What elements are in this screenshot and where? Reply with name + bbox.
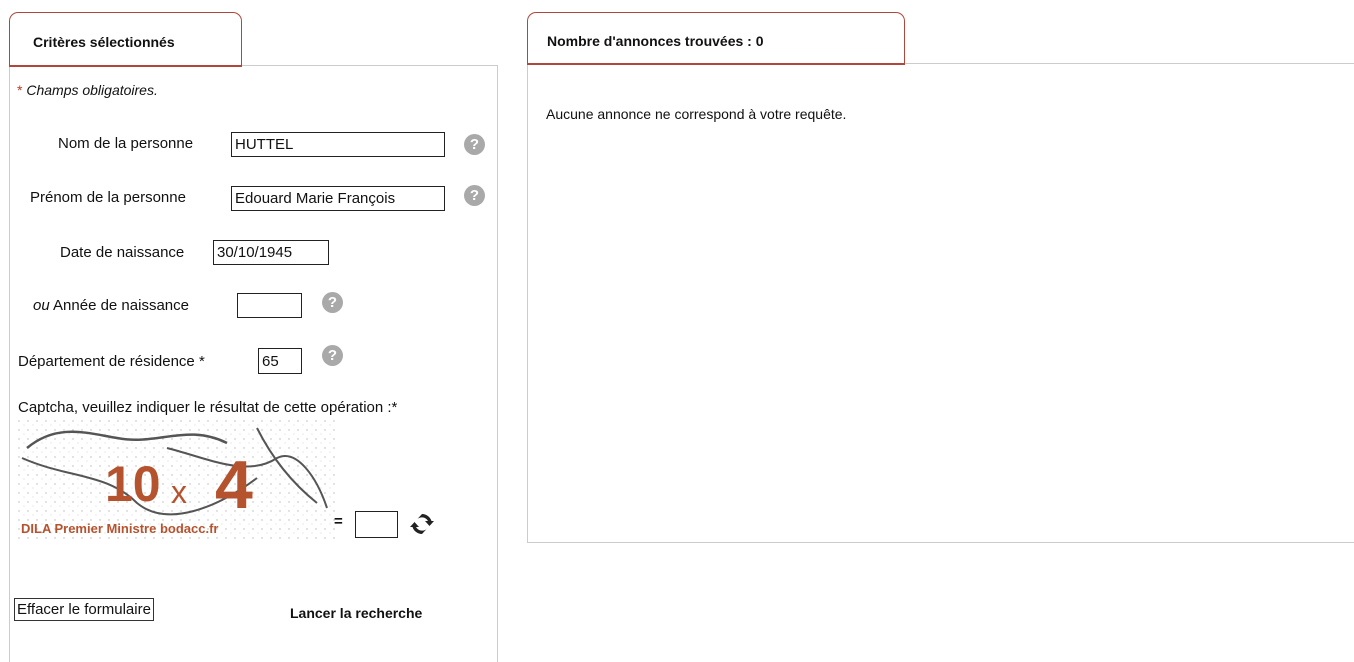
captcha-equals: = (334, 513, 343, 530)
refresh-icon[interactable] (409, 511, 435, 537)
date-input[interactable] (213, 240, 329, 265)
search-button[interactable]: Lancer la recherche (290, 605, 422, 621)
required-star: * (17, 82, 23, 98)
annee-label: ou Année de naissance (33, 297, 189, 314)
captcha-label: Captcha, veuillez indiquer le résultat d… (18, 399, 398, 416)
tab-left-underline (9, 65, 242, 67)
required-note: * Champs obligatoires. (17, 82, 158, 98)
results-panel (527, 63, 1354, 543)
date-label: Date de naissance (60, 244, 185, 261)
captcha-operand-1: 10 (105, 456, 161, 512)
help-icon-nom[interactable]: ? (464, 134, 485, 155)
nom-label: Nom de la personne (58, 135, 194, 152)
annee-input[interactable] (237, 293, 302, 318)
captcha-answer-input[interactable] (355, 511, 398, 538)
tab-criteres[interactable]: Critères sélectionnés (9, 12, 242, 66)
help-icon-prenom[interactable]: ? (464, 185, 485, 206)
tab-results-count[interactable]: Nombre d'annonces trouvées : 0 (527, 12, 905, 64)
captcha-operand-2: 4 (215, 447, 253, 523)
required-note-text: Champs obligatoires. (26, 82, 158, 98)
prenom-label: Prénom de la personne (30, 189, 186, 206)
no-result-message: Aucune annonce ne correspond à votre req… (546, 106, 847, 122)
prenom-input[interactable] (231, 186, 445, 211)
nom-input[interactable] (231, 132, 445, 157)
clear-form-button[interactable]: Effacer le formulaire (14, 598, 154, 621)
results-count-label: Nombre d'annonces trouvées : 0 (547, 33, 764, 49)
tab-criteres-label: Critères sélectionnés (33, 34, 175, 50)
page: Critères sélectionnés Nombre d'annonces … (0, 0, 1354, 662)
dept-label: Département de résidence * (18, 353, 205, 370)
help-icon-annee[interactable]: ? (322, 292, 343, 313)
dept-input[interactable] (258, 348, 302, 374)
help-icon-dept[interactable]: ? (322, 345, 343, 366)
captcha-watermark: DILA Premier Ministre bodacc.fr (21, 521, 218, 536)
captcha-image: 10 x 4 DILA Premier Ministre bodacc.fr (17, 418, 335, 540)
captcha-operator: x (171, 474, 187, 510)
annee-label-text: Année de naissance (53, 297, 189, 314)
annee-prefix: ou (33, 297, 50, 314)
tab-right-underline (527, 63, 905, 65)
